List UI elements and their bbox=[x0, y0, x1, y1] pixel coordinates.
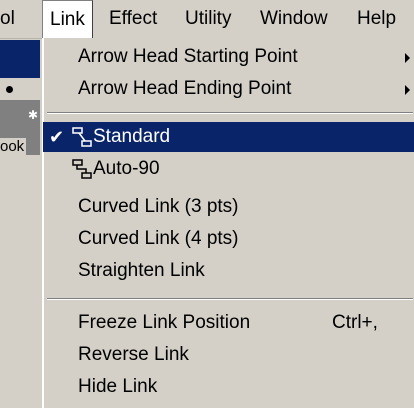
menu-item-label: Reverse Link bbox=[78, 344, 189, 365]
background-selected-row bbox=[0, 40, 40, 78]
background-label: ook bbox=[0, 138, 27, 155]
menu-item-label: Hide Link bbox=[78, 376, 158, 397]
menu-bar: ol Link Effect Utility Window Help bbox=[0, 0, 414, 39]
menu-item-auto-90[interactable]: Auto-90 bbox=[43, 154, 414, 184]
auto90-link-icon bbox=[72, 159, 92, 179]
star-icon: ✱ bbox=[28, 108, 39, 122]
menu-item-hide[interactable]: Hide Link bbox=[43, 372, 414, 402]
menu-window[interactable]: Window bbox=[260, 0, 328, 38]
menu-item-standard[interactable]: ✔ Standard bbox=[43, 122, 414, 152]
menu-link[interactable]: Link bbox=[42, 0, 93, 38]
standard-link-icon bbox=[72, 127, 92, 147]
menu-item-arrow-head-end[interactable]: Arrow Head Ending Point bbox=[43, 74, 414, 104]
menu-item-curved-3[interactable]: Curved Link (3 pts) bbox=[43, 192, 414, 222]
link-menu: Arrow Head Starting Point Arrow Head End… bbox=[42, 38, 414, 408]
background-window bbox=[0, 39, 42, 408]
bullet-icon bbox=[6, 86, 13, 93]
menu-separator bbox=[47, 298, 413, 300]
menu-item-freeze[interactable]: Freeze Link Position Ctrl+, bbox=[43, 308, 414, 338]
menu-item-label: Freeze Link Position bbox=[78, 312, 251, 333]
menu-item-label: Standard bbox=[93, 126, 171, 147]
chevron-right-icon bbox=[405, 53, 410, 63]
checkmark-icon: ✔ bbox=[49, 127, 65, 147]
menu-item-reverse[interactable]: Reverse Link bbox=[43, 340, 414, 370]
menu-item-label: Straighten Link bbox=[78, 260, 205, 281]
menu-separator bbox=[47, 112, 413, 114]
menu-item-label: Curved Link (4 pts) bbox=[78, 228, 239, 249]
menu-item-label: Arrow Head Ending Point bbox=[78, 78, 292, 99]
menu-utility[interactable]: Utility bbox=[185, 0, 231, 38]
menu-item-arrow-head-start[interactable]: Arrow Head Starting Point bbox=[43, 42, 414, 72]
menu-effect[interactable]: Effect bbox=[109, 0, 157, 38]
menu-item-straighten[interactable]: Straighten Link bbox=[43, 256, 414, 286]
menu-item-curved-4[interactable]: Curved Link (4 pts) bbox=[43, 224, 414, 254]
menu-tool-partial[interactable]: ol bbox=[0, 0, 15, 38]
menu-item-label: Auto-90 bbox=[93, 158, 160, 179]
chevron-right-icon bbox=[405, 85, 410, 95]
menu-item-label: Curved Link (3 pts) bbox=[78, 196, 239, 217]
menu-help[interactable]: Help bbox=[357, 0, 396, 38]
menu-item-shortcut: Ctrl+, bbox=[332, 312, 378, 333]
menu-item-label: Arrow Head Starting Point bbox=[78, 46, 298, 67]
